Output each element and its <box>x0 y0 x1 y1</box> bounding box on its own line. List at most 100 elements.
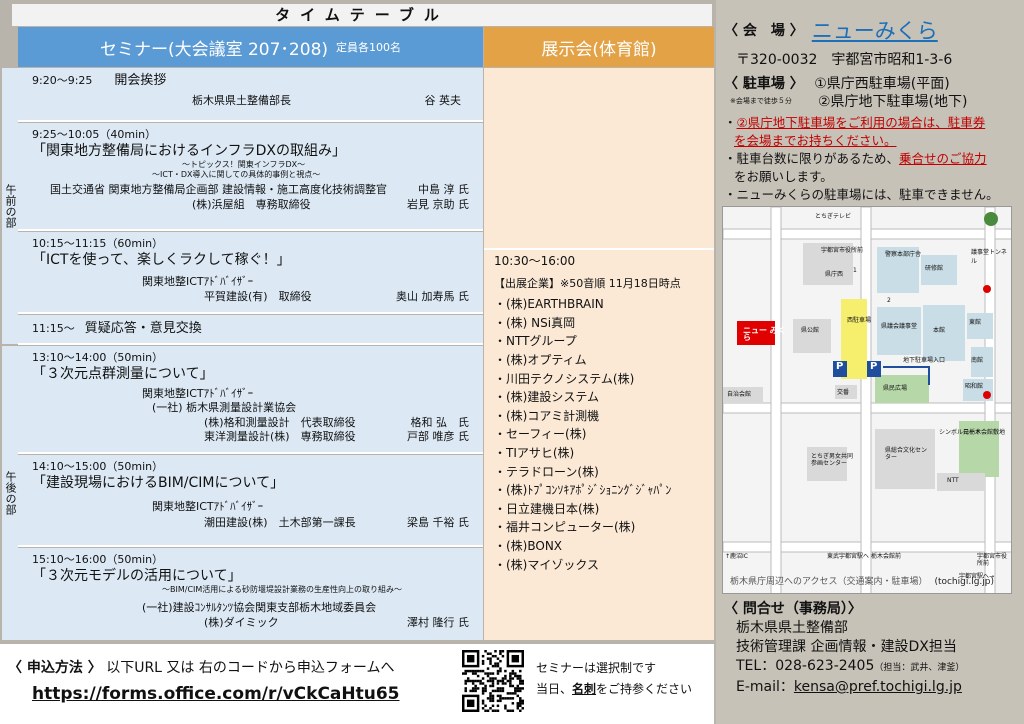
parking-note: ・駐車台数に限りがあるため、乗合せのご協力 <box>724 150 1014 168</box>
map-label: 県公館 <box>801 327 820 334</box>
contact-email: E-mail：kensa@pref.tochigi.lg.jp <box>724 678 964 697</box>
contact-label: 〈 問合せ（事務局）〉 <box>724 601 862 617</box>
note-highlight: 名刺 <box>572 682 597 696</box>
parking-note-highlight: 乗合せのご協力 <box>899 151 987 166</box>
map-label: 地下駐車場入口 <box>903 357 946 364</box>
map-label: 宇都宮市役所前 <box>977 553 1008 567</box>
speaker-name: 奥山 加寿馬 氏 <box>396 290 469 303</box>
map-label: 交番 <box>837 389 850 396</box>
access-map: とちぎテレビ 宇都宮市役所前 警察本部庁舎 研修館 県庁西 県公館 西駐車場 県議会議事堂 本館… <box>722 206 1012 594</box>
session-title: 「３次元モデルの活用について」 <box>32 568 242 584</box>
speaker-org: (株)格和測量設計 代表取締役 <box>204 416 356 429</box>
parking-note: を会場までお持ちください。 <box>724 132 1014 150</box>
map-caption: 栃木県庁周辺へのアクセス（交通案内・駐車場） (tochigi.lg.jp) <box>730 574 994 587</box>
session-title: 質疑応答・意見交換 <box>84 321 202 336</box>
map-label: 県議会議事堂 <box>881 323 918 330</box>
map-label: 栃木会館前 <box>871 553 902 560</box>
map-label: 研修館 <box>925 265 944 272</box>
map-label: とちぎテレビ <box>815 213 852 220</box>
session-bim-cim: 14:10～15:00（50min） 「建設現場におけるBIM/CIMについて」… <box>18 455 483 547</box>
venue-name-link[interactable]: ニューみくら <box>812 21 938 42</box>
speaker-name: 格和 弘 氏 <box>410 416 470 429</box>
application-text: 以下URL 又は 右のコードから申込フォームへ <box>106 660 395 676</box>
speaker-name: 中島 淳 氏 <box>418 183 469 196</box>
speaker-name: 梁島 千裕 氏 <box>407 516 469 529</box>
parking-note: をお願いします。 <box>734 169 833 184</box>
parking-row: 〈 駐車場 〉 ①県庁西駐車場(平面) <box>724 75 950 93</box>
bullet: ・ <box>724 187 737 202</box>
venue-label: 〈 会 場 〉 <box>724 23 804 39</box>
map-label: ↑鹿沼IC <box>725 553 748 560</box>
contact-tel-note: （担当：武井、津釜） <box>874 663 965 673</box>
contact-tel-number: TEL：028-623-2405 <box>736 658 875 674</box>
session-time: 13:10～14:00（50min） <box>32 351 164 364</box>
exhibitor-header: 【出展企業】※50音順 11月18日時点 <box>494 276 681 290</box>
session-time: 11:15～ <box>32 322 75 335</box>
speaker-name: 戸部 唯彦 氏 <box>407 430 469 443</box>
session-point-cloud: 13:10～14:00（50min） 「３次元点群測量について」 関東地整ICT… <box>18 346 483 454</box>
speaker-org: 潮田建設(株) 土木部第一課長 <box>204 516 356 529</box>
parking-note-text: 駐車台数に限りがあるため、 <box>736 151 900 166</box>
timetable-title: タイムテーブル <box>12 4 712 26</box>
exhibitor-item: ・(株)オプティム <box>494 352 587 367</box>
note-text: 当日、 <box>536 682 573 696</box>
map-label: NTT <box>947 477 959 484</box>
contact-block: 〈 問合せ（事務局）〉 栃木県県土整備部 技術管理課 企画情報・建設DX担当 T… <box>724 600 964 697</box>
map-label: 東武宇都宮駅へ <box>827 553 870 560</box>
application-instruction: 〈 申込方法 〉 以下URL 又は 右のコードから申込フォームへ <box>8 657 394 677</box>
session-3d-model: 15:10～16:00（50min） 「３次元モデルの活用について」 ～BIM/… <box>18 548 483 640</box>
speaker-name: 谷 英夫 <box>424 94 462 107</box>
afternoon-side-label: 午後の部 <box>2 346 18 640</box>
afternoon-label: 午後の部 <box>4 471 17 515</box>
map-label: 南館 <box>971 357 984 364</box>
exhibit-divider <box>484 248 714 250</box>
exhibit-time: 10:30～16:00 <box>494 254 576 268</box>
parking-notes: ・②県庁地下駐車場をご利用の場合は、駐車券 を会場までお持ちください。 ・駐車台… <box>724 114 1014 204</box>
morning-label: 午前の部 <box>4 184 17 228</box>
speaker-org: 栃木県県土整備部長 <box>192 94 291 107</box>
map-label: 県総合文化センター <box>885 447 928 461</box>
exhibitor-item: ・川田テクノシステム(株) <box>494 371 635 386</box>
bullet: ・ <box>724 151 737 166</box>
speaker-org: 平賀建設(有) 取締役 <box>204 290 312 303</box>
note-selection: セミナーは選択制です <box>536 661 657 675</box>
contact-section: 技術管理課 企画情報・建設DX担当 <box>736 639 957 655</box>
session-opening: 9:20～9:25 開会挨拶 栃木県県土整備部長 谷 英夫 <box>18 68 483 122</box>
exhibitor-item: ・日立建機日本(株) <box>494 501 600 516</box>
note-business-card: 当日、名刺をご持参ください <box>536 679 692 700</box>
session-ict: 10:15～11:15（60min） 「ICTを使って、楽しくラクして稼ぐ！」 … <box>18 232 483 314</box>
parking-label: 〈 駐車場 〉 <box>724 76 804 92</box>
parking-note: ・ニューみくらの駐車場には、駐車できません。 <box>724 186 1014 204</box>
parking-lot-1: ①県庁西駐車場(平面) <box>814 76 950 92</box>
exhibit-header: 展示会(体育館) <box>484 27 714 67</box>
map-label: ニュー みくら <box>743 326 786 342</box>
session-title: 開会挨拶 <box>114 73 167 88</box>
morning-side-label: 午前の部 <box>2 68 18 344</box>
map-label: 警察本部庁舎 <box>885 251 922 258</box>
note-text: をご持参ください <box>596 682 693 696</box>
session-title: 「３次元点群測量について」 <box>32 366 214 382</box>
map-label: シンボルロード <box>939 429 982 436</box>
map-label: P <box>836 361 844 372</box>
session-subtitle: ～トピックス！関東インフラDX～ <box>182 160 306 169</box>
parking-note-text: ニューみくらの駐車場には、駐車できません。 <box>736 187 999 202</box>
exhibitor-item: ・セーフィー(株) <box>494 427 587 442</box>
speaker-org: 国土交通省 関東地方整備局企画部 建設情報・施工高度化技術調整官 <box>50 183 387 196</box>
ict-advisor: 関東地整ICTｱﾄﾞﾊﾞｲｻﾞｰ <box>142 387 254 400</box>
exhibitor-item: ・NTTグループ <box>494 334 577 349</box>
map-label: 2 <box>887 297 891 304</box>
exhibitor-list: ・(株)EARTHBRAIN ・(株) NSi真岡 ・NTTグループ ・(株)オプティ… <box>494 295 712 574</box>
contact-dept: 栃木県県土整備部 <box>736 620 848 636</box>
map-label: 東館 <box>969 319 982 326</box>
application-label: 〈 申込方法 〉 <box>8 660 102 676</box>
contact-email-link[interactable]: kensa@pref.tochigi.lg.jp <box>794 679 962 695</box>
exhibit-body: 10:30～16:00 【出展企業】※50音順 11月18日時点 ・(株)EAR… <box>494 252 712 574</box>
speaker-org: 東洋測量設計(株) 専務取締役 <box>204 430 356 443</box>
exhibitor-item: ・福井コンピューター(株) <box>494 520 636 535</box>
qr-code-icon[interactable] <box>462 650 524 712</box>
application-url-link[interactable]: https://forms.office.com/r/vCkCaHtu65 <box>32 684 400 704</box>
session-kanto-dx: 9:25～10:05（40min） 「関東地方整備局におけるインフラDXの取組み… <box>18 123 483 231</box>
bullet: ・ <box>724 115 737 130</box>
map-label: 宇都宮市役所前 <box>821 247 864 254</box>
session-qa: 11:15～ 質疑応答・意見交換 <box>18 315 483 345</box>
